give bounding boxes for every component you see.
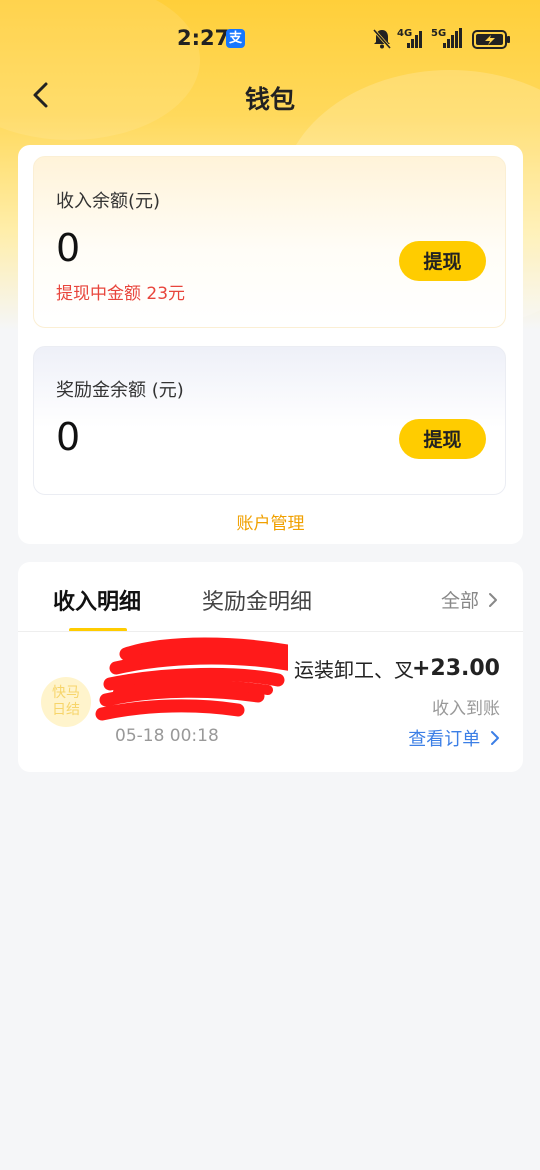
signal-4g-icon [407, 31, 422, 48]
bonus-withdraw-button[interactable]: 提现 [399, 419, 486, 459]
account-management-link[interactable]: 账户管理 [18, 509, 523, 534]
bonus-balance-label: 奖励金余额 (元) [56, 380, 184, 401]
view-order-label: 查看订单 [408, 729, 481, 750]
bonus-balance-amount: 0 [56, 415, 81, 459]
logo-text-line2: 日结 [52, 702, 80, 718]
wallet-card: 收入余额(元) 0 提现中金额 23元 提现 奖励金余额 (元) 0 提现 账户… [18, 145, 523, 544]
tab-income-details[interactable]: 收入明细 [53, 584, 141, 616]
item-date: 05-18 00:18 [115, 726, 219, 746]
bonus-balance-box: 奖励金余额 (元) 0 提现 [33, 346, 506, 495]
income-balance-box: 收入余额(元) 0 提现中金额 23元 提现 [33, 156, 506, 328]
mute-bell-icon [372, 29, 392, 49]
pending-withdraw-text: 提现中金额 23元 [56, 284, 186, 304]
battery-icon [472, 30, 510, 49]
item-amount: +23.00 [411, 656, 500, 681]
page-title: 钱包 [244, 85, 295, 114]
income-withdraw-button[interactable]: 提现 [399, 241, 486, 281]
details-card: 收入明细 奖励金明细 全部 快马 日结 运装卸工、叉 05-18 00:18 +… [18, 562, 523, 772]
income-balance-amount: 0 [56, 226, 81, 270]
status-bar: 2:27 支 4G 5G [0, 0, 540, 78]
redaction-scribble [95, 637, 288, 721]
merchant-logo: 快马 日结 [41, 677, 91, 727]
signal-5g-icon [443, 28, 462, 48]
chevron-right-icon [489, 593, 498, 607]
item-status: 收入到账 [432, 699, 500, 719]
filter-all-button[interactable]: 全部 [441, 586, 498, 613]
income-balance-label: 收入余额(元) [56, 191, 161, 212]
alipay-icon: 支 [226, 29, 245, 48]
filter-all-label: 全部 [441, 590, 480, 612]
logo-text-line1: 快马 [52, 685, 80, 701]
chevron-right-icon [491, 731, 499, 745]
tab-bonus-details[interactable]: 奖励金明细 [202, 584, 312, 616]
status-time: 2:27 [177, 26, 230, 50]
view-order-link[interactable]: 查看订单 [408, 725, 500, 751]
